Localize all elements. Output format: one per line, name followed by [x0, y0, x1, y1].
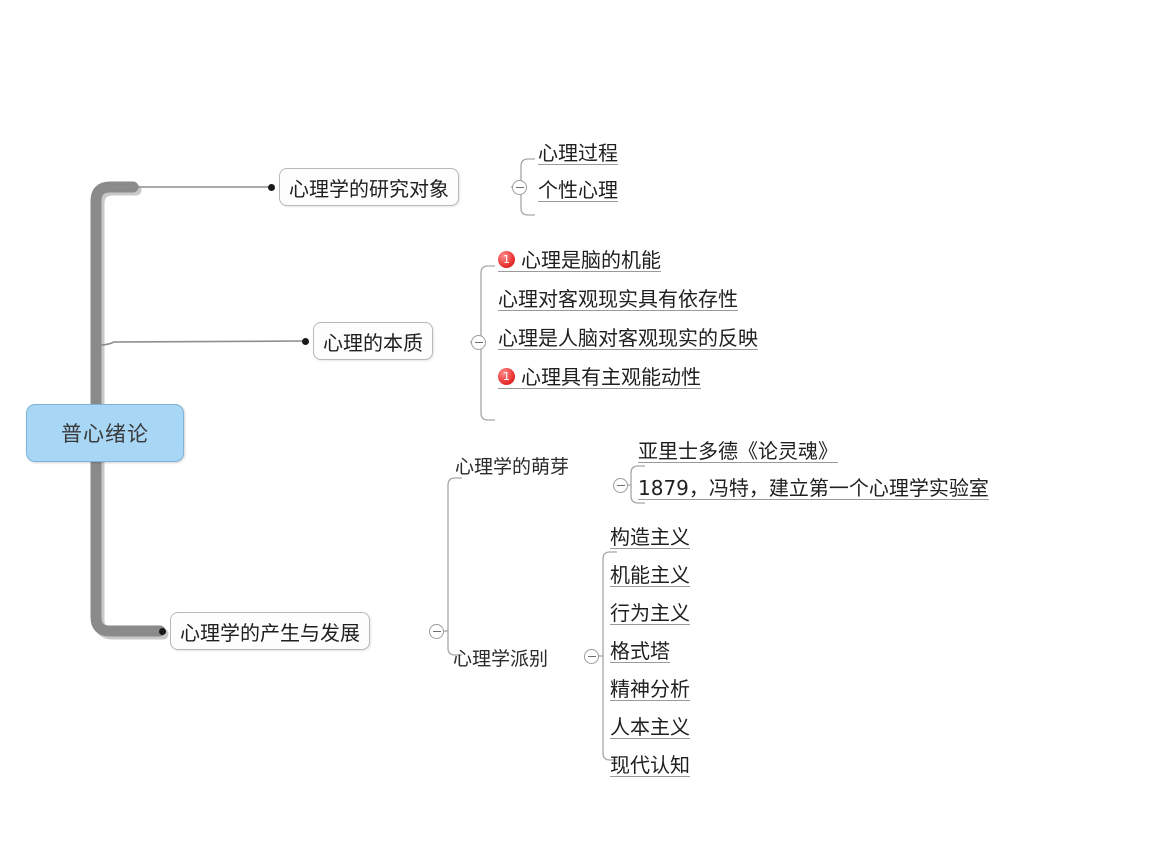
mindmap-canvas: 普心绪论 心理学的研究对象 心理过程 个性心理 心理的本质 1 心理是脑的机能 …: [0, 0, 1152, 864]
root-node-label: 普心绪论: [61, 422, 149, 446]
leaf-label: 心理过程: [538, 141, 618, 165]
leaf-label: 1879，冯特，建立第一个心理学实验室: [638, 476, 989, 500]
leaf-label: 个性心理: [538, 178, 618, 202]
leaf-label: 行为主义: [610, 601, 690, 625]
collapse-toggle-essence[interactable]: [471, 335, 486, 350]
subbranch-node-schools[interactable]: 心理学派别: [453, 644, 548, 671]
leaf-label: 亚里士多德《论灵魂》: [638, 439, 838, 463]
leaf-node-gestalt[interactable]: 格式塔: [610, 641, 670, 663]
branch-label-research-object: 心理学的研究对象: [289, 176, 449, 201]
leaf-node-reflection-of-reality[interactable]: 心理是人脑对客观现实的反映: [498, 328, 758, 350]
number-badge-icon: 1: [498, 251, 515, 268]
subbranch-label-schools: 心理学派别: [453, 648, 549, 670]
leaf-label: 机能主义: [610, 563, 690, 587]
leaf-node-functionalism[interactable]: 机能主义: [610, 565, 690, 587]
subbranch-label-sprout: 心理学的萌芽: [455, 456, 570, 478]
collapse-toggle-origin[interactable]: [429, 624, 444, 639]
leaf-node-aristotle-de-anima[interactable]: 亚里士多德《论灵魂》: [638, 441, 838, 463]
branch-label-essence: 心理的本质: [323, 330, 423, 355]
leaf-label: 人本主义: [610, 715, 690, 739]
branch-node-origin-development[interactable]: 心理学的产生与发展: [170, 612, 370, 650]
collapse-toggle-schools[interactable]: [584, 649, 599, 664]
branch-bullet-essence: [302, 338, 309, 345]
number-badge-icon: 1: [498, 368, 515, 385]
leaf-label: 心理具有主观能动性: [521, 365, 701, 389]
leaf-node-personality-psychology[interactable]: 个性心理: [538, 180, 618, 202]
leaf-node-subjective-initiative[interactable]: 1 心理具有主观能动性: [498, 367, 701, 389]
leaf-label: 心理是脑的机能: [521, 248, 661, 272]
branch-label-origin-development: 心理学的产生与发展: [180, 620, 360, 645]
leaf-node-humanism[interactable]: 人本主义: [610, 717, 690, 739]
branch-node-research-object[interactable]: 心理学的研究对象: [279, 168, 459, 206]
root-node[interactable]: 普心绪论: [26, 404, 184, 462]
leaf-node-structuralism[interactable]: 构造主义: [610, 527, 690, 549]
leaf-node-brain-function[interactable]: 1 心理是脑的机能: [498, 250, 661, 272]
leaf-node-psychoanalysis[interactable]: 精神分析: [610, 679, 690, 701]
leaf-label: 心理是人脑对客观现实的反映: [498, 326, 758, 350]
leaf-label: 精神分析: [610, 677, 690, 701]
branch-node-essence[interactable]: 心理的本质: [313, 322, 433, 360]
subbranch-node-sprout[interactable]: 心理学的萌芽: [455, 452, 569, 479]
leaf-node-behaviorism[interactable]: 行为主义: [610, 603, 690, 625]
branch-bullet-origin: [159, 628, 166, 635]
leaf-node-modern-cognition[interactable]: 现代认知: [610, 755, 690, 777]
leaf-label: 现代认知: [610, 753, 690, 777]
bracket-origin: [447, 477, 462, 656]
branch-bullet-research-object: [268, 184, 275, 191]
leaf-node-wundt-1879-lab[interactable]: 1879，冯特，建立第一个心理学实验室: [638, 478, 989, 500]
leaf-label: 格式塔: [610, 639, 670, 663]
collapse-toggle-research-object[interactable]: [512, 180, 527, 195]
leaf-node-dependence-on-reality[interactable]: 心理对客观现实具有依存性: [498, 289, 738, 311]
arm-to-essence: [99, 340, 307, 346]
leaf-node-mental-process[interactable]: 心理过程: [538, 143, 618, 165]
leaf-label: 心理对客观现实具有依存性: [498, 287, 738, 311]
collapse-toggle-sprout[interactable]: [613, 478, 628, 493]
leaf-label: 构造主义: [610, 525, 690, 549]
